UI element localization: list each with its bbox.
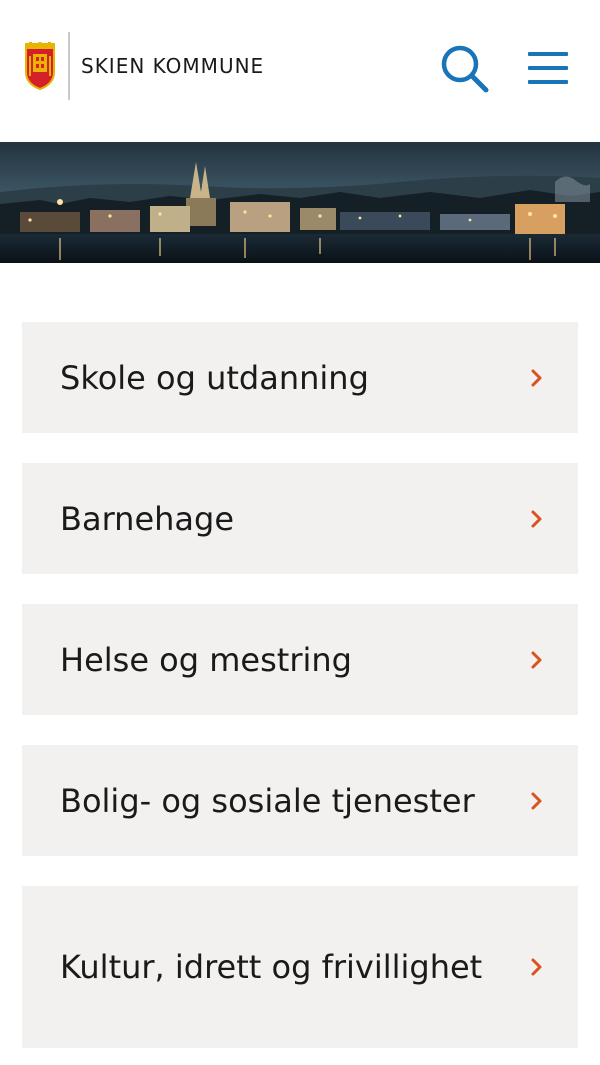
nav-card-bolig-og-sosiale-tjenester[interactable]: Bolig- og sosiale tjenester <box>22 745 578 856</box>
nav-card-barnehage[interactable]: Barnehage <box>22 463 578 574</box>
site-header: SKIEN KOMMUNE <box>0 0 600 142</box>
home-logo-link[interactable]: SKIEN KOMMUNE <box>22 32 264 100</box>
nav-card-helse-og-mestring[interactable]: Helse og mestring <box>22 604 578 715</box>
chevron-right-icon <box>531 369 542 386</box>
site-name: SKIEN KOMMUNE <box>81 54 265 78</box>
nav-card-kultur-idrett-og-frivillighet[interactable]: Kultur, idrett og frivillighet <box>22 886 578 1048</box>
hero-banner <box>0 142 600 263</box>
service-navigation: Skole og utdanning Barnehage Helse og me… <box>22 322 578 1065</box>
nav-card-skole-og-utdanning[interactable]: Skole og utdanning <box>22 322 578 433</box>
search-button[interactable] <box>439 43 489 93</box>
chevron-right-icon <box>531 510 542 527</box>
coat-of-arms-icon <box>25 42 55 90</box>
menu-button[interactable] <box>526 49 570 87</box>
search-icon <box>441 45 489 93</box>
nav-card-label: Barnehage <box>60 499 235 538</box>
nav-card-label: Helse og mestring <box>60 640 352 679</box>
chevron-right-icon <box>531 651 542 668</box>
chevron-right-icon <box>531 792 542 809</box>
nav-card-label: Kultur, idrett og frivillighet <box>60 948 483 986</box>
logo-divider <box>68 32 70 100</box>
chevron-right-icon <box>531 958 542 976</box>
city-night-photo <box>0 142 600 263</box>
nav-card-label: Bolig- og sosiale tjenester <box>60 781 475 820</box>
hamburger-menu-icon <box>528 52 568 84</box>
nav-card-label: Skole og utdanning <box>60 358 369 397</box>
